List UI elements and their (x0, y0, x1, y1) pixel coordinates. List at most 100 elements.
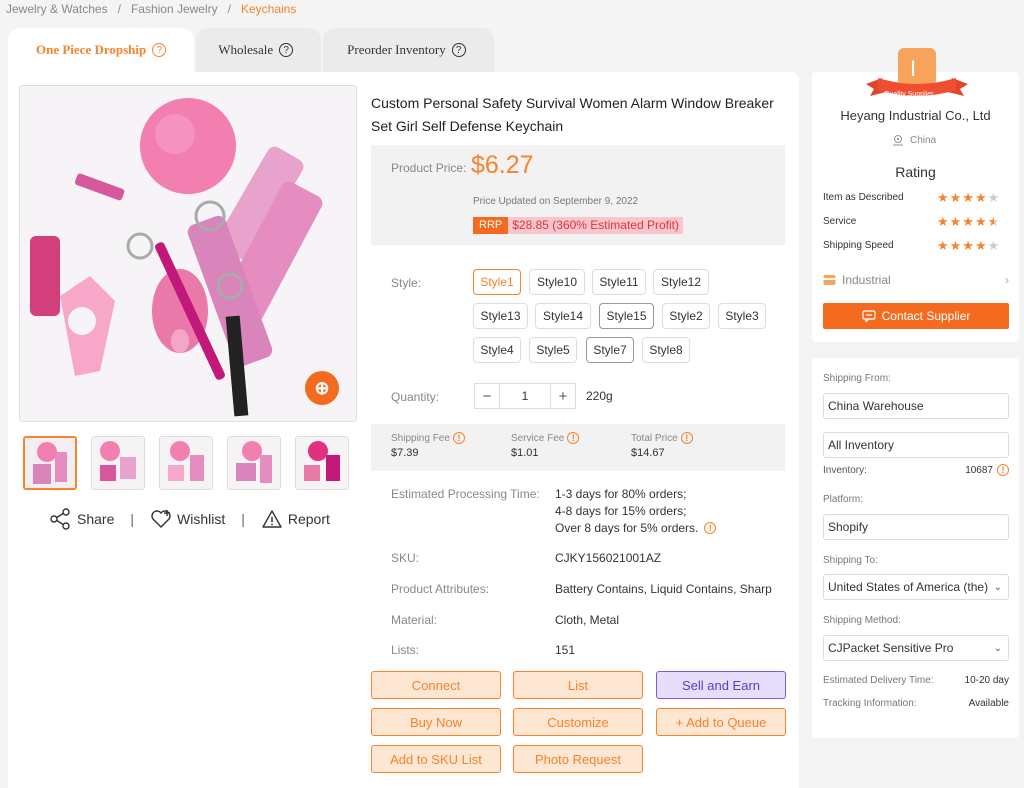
style-option[interactable]: Style14 (535, 303, 591, 329)
shipping-from-field[interactable]: China Warehouse (823, 393, 1009, 419)
info-icon[interactable]: ! (567, 432, 580, 444)
processing-label: Estimated Processing Time: (391, 487, 540, 501)
processing-line-row: Over 8 days for 5% orders.! (555, 521, 717, 535)
tab-one-piece-dropship[interactable]: One Piece Dropship ? (8, 28, 195, 72)
add-to-sku-list-button[interactable]: Add to SKU List (371, 745, 501, 773)
shipping-method-select[interactable]: CJPacket Sensitive Pro ⌄ (823, 635, 1009, 661)
info-icon[interactable]: ! (680, 432, 693, 444)
share-label: Share (77, 511, 115, 527)
quantity-label: Quantity: (391, 390, 440, 404)
keychain-set-illustration (20, 86, 356, 421)
thumbnail[interactable] (227, 436, 281, 490)
connect-button[interactable]: Connect (371, 671, 501, 699)
quantity-input[interactable]: 1 (500, 383, 550, 409)
wishlist-button[interactable]: Wishlist (150, 509, 225, 529)
platform-field[interactable]: Shopify (823, 514, 1009, 540)
shipping-method-label: Shipping Method: (823, 615, 901, 626)
inventory-filter-field[interactable]: All Inventory (823, 432, 1009, 458)
product-title: Custom Personal Safety Survival Women Al… (371, 95, 774, 134)
product-main-image[interactable] (19, 85, 357, 422)
image-search-icon[interactable]: ⊕ (305, 371, 339, 405)
style-option[interactable]: Style3 (718, 303, 766, 329)
supplier-name[interactable]: Heyang Industrial Co., Ltd (812, 108, 1019, 123)
sku-label: SKU: (391, 551, 420, 565)
inventory-filter-value: All Inventory (828, 438, 895, 452)
breadcrumb-separator: / (117, 2, 121, 16)
rating-row: Shipping Speed ★★★★★ (823, 238, 1009, 253)
info-icon[interactable]: ! (997, 464, 1009, 476)
platform-value: Shopify (828, 520, 869, 534)
sell-and-earn-button[interactable]: Sell and Earn (656, 671, 786, 699)
style-option[interactable]: Style7 (586, 337, 634, 363)
rating-label: Service (823, 216, 857, 227)
shipping-to-value: United States of America (the) (828, 580, 989, 594)
info-icon[interactable]: ! (452, 432, 465, 444)
report-button[interactable]: Report (261, 509, 330, 529)
shipping-to-label: Shipping To: (823, 555, 878, 566)
breadcrumb-fashion[interactable]: Fashion Jewelry (131, 2, 218, 16)
rating-row: Service ★★★★★ (823, 214, 1009, 229)
quantity-plus-button[interactable]: + (550, 383, 576, 409)
breadcrumb-current[interactable]: Keychains (241, 2, 296, 16)
thumbnail[interactable] (23, 436, 77, 490)
contact-supplier-button[interactable]: Contact Supplier (823, 303, 1009, 329)
help-icon[interactable]: ? (451, 43, 466, 57)
country-name: China (910, 134, 937, 146)
style-option[interactable]: Style4 (473, 337, 521, 363)
shipping-fee-value: $7.39 (391, 447, 419, 459)
buy-now-button[interactable]: Buy Now (371, 708, 501, 736)
style-option[interactable]: Style2 (662, 303, 710, 329)
rating-row: Item as Described ★★★★★ (823, 190, 1009, 205)
thumbnail[interactable] (159, 436, 213, 490)
product-weight: 220g (586, 389, 613, 403)
attributes-value: Battery Contains, Liquid Contains, Sharp (555, 582, 772, 596)
style-option[interactable]: Style5 (529, 337, 577, 363)
contact-supplier-label: Contact Supplier (881, 309, 971, 323)
industry-row[interactable]: Industrial › (823, 273, 1009, 287)
info-icon[interactable]: ! (704, 522, 717, 534)
rating-label: Shipping Speed (823, 240, 894, 251)
photo-request-button[interactable]: Photo Request (513, 745, 643, 773)
tracking-value: Available (968, 698, 1009, 709)
shipping-fee-label: Shipping Fee (391, 432, 450, 444)
style-option[interactable]: Style13 (473, 303, 528, 329)
rating-stars: ★★★★★ (937, 238, 1001, 253)
chat-icon (861, 310, 876, 322)
lists-label: Lists: (391, 643, 420, 657)
help-icon[interactable]: ? (152, 43, 167, 57)
help-icon[interactable]: ? (279, 43, 294, 57)
rrp-value: $28.85 (360% Estimated Profit) (508, 217, 683, 234)
tab-wholesale[interactable]: Wholesale ? (196, 28, 322, 72)
list-button[interactable]: List (513, 671, 643, 699)
total-price-label: Total Price (631, 432, 678, 444)
quantity-stepper: − 1 + 220g (474, 383, 613, 409)
breadcrumb: Jewelry & Watches / Fashion Jewelry / Ke… (6, 2, 296, 16)
breadcrumb-separator: / (227, 2, 231, 16)
fee-summary: Shipping Fee! $7.39 Service Fee! $1.01 T… (371, 424, 785, 471)
customize-button[interactable]: Customize (513, 708, 643, 736)
location-pin-icon (893, 134, 903, 146)
shipping-to-select[interactable]: United States of America (the) ⌄ (823, 574, 1009, 600)
thumbnail[interactable] (91, 436, 145, 490)
inventory-count: 10687! (965, 464, 1009, 476)
style-option[interactable]: Style8 (642, 337, 690, 363)
style-option[interactable]: Style15 (599, 303, 654, 329)
quality-supplier-ribbon: Quality Supplier (884, 91, 934, 98)
thumbnail-strip (23, 436, 349, 490)
shipping-fee: Shipping Fee! $7.39 (391, 432, 465, 459)
add-to-queue-button[interactable]: + Add to Queue (656, 708, 786, 736)
style-option[interactable]: Style11 (592, 269, 646, 295)
thumbnail[interactable] (295, 436, 349, 490)
rating-label: Item as Described (823, 192, 904, 203)
divider: | (130, 511, 134, 527)
style-option[interactable]: Style10 (529, 269, 585, 295)
tab-label: Preorder Inventory (347, 42, 446, 57)
style-option[interactable]: Style1 (473, 269, 521, 295)
shipping-from-value: China Warehouse (828, 399, 924, 413)
price-label: Product Price: (391, 161, 467, 175)
style-option[interactable]: Style12 (653, 269, 709, 295)
share-button[interactable]: Share (50, 508, 114, 530)
breadcrumb-jewelry[interactable]: Jewelry & Watches (6, 2, 108, 16)
quantity-minus-button[interactable]: − (474, 383, 500, 409)
tab-preorder-inventory[interactable]: Preorder Inventory ? (323, 28, 494, 72)
